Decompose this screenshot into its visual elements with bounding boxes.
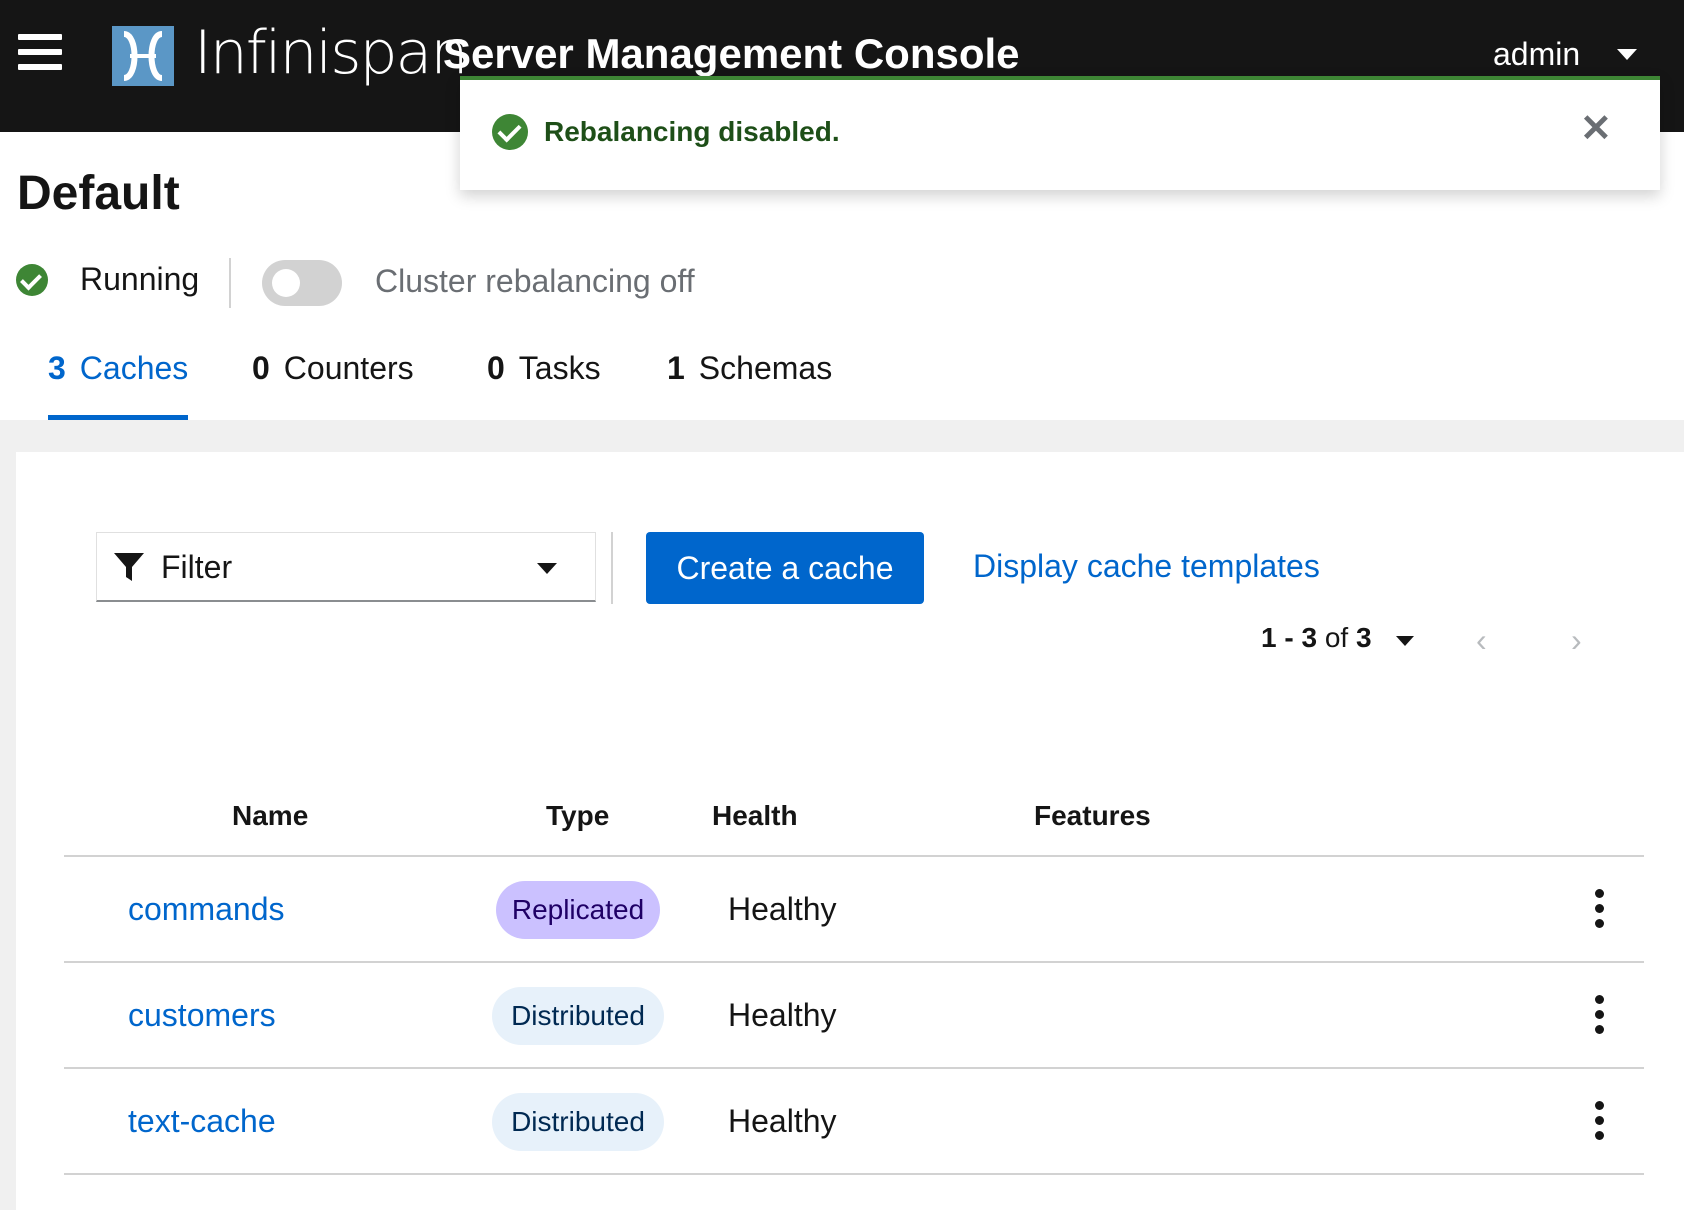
tab-schemas[interactable]: 1 Schemas	[667, 350, 832, 420]
tab-caches[interactable]: 3 Caches	[48, 350, 189, 420]
check-circle-icon	[16, 264, 48, 296]
table-row: commands Replicated Healthy	[64, 857, 1644, 961]
tab-label: Caches	[79, 350, 189, 386]
column-header-name[interactable]: Name	[232, 800, 308, 832]
column-header-health[interactable]: Health	[712, 800, 798, 832]
toolbar-divider	[611, 532, 613, 604]
app-title: Server Management Console	[443, 30, 1020, 77]
display-templates-link[interactable]: Display cache templates	[973, 548, 1320, 585]
chevron-down-icon[interactable]	[1617, 49, 1637, 60]
column-header-type[interactable]: Type	[546, 800, 609, 832]
tab-tasks[interactable]: 0 Tasks	[487, 350, 601, 420]
table-row: customers Distributed Healthy	[64, 963, 1644, 1067]
table-divider	[64, 1173, 1644, 1175]
kebab-menu-icon[interactable]	[1594, 889, 1606, 929]
check-circle-icon	[492, 114, 528, 150]
chevron-down-icon[interactable]	[1396, 636, 1414, 646]
cluster-status: Running	[80, 261, 200, 297]
pagination-total: 3	[1355, 622, 1372, 653]
user-menu[interactable]: admin	[1493, 36, 1580, 73]
kebab-menu-icon[interactable]	[1594, 1101, 1606, 1141]
page-title: Default	[17, 167, 180, 220]
pagination-range: 1 - 3	[1261, 622, 1318, 653]
pagination-summary[interactable]: 1 - 3 of 3	[1261, 622, 1372, 654]
rebalancing-toggle[interactable]	[262, 260, 342, 306]
divider	[229, 258, 231, 308]
filter-dropdown[interactable]: Filter	[96, 532, 596, 602]
tab-label: Schemas	[698, 350, 833, 386]
alert-title: Rebalancing disabled.	[544, 116, 840, 147]
brand-name: Infinispan	[194, 18, 468, 88]
column-header-features[interactable]: Features	[1034, 800, 1151, 832]
cache-type-badge: Distributed	[492, 987, 664, 1045]
next-page-icon[interactable]: ›	[1571, 622, 1582, 659]
infinispan-logo-icon	[112, 26, 174, 86]
chevron-down-icon	[537, 563, 557, 574]
tab-count: 1	[667, 350, 685, 386]
cache-name-link[interactable]: text-cache	[128, 1103, 276, 1140]
close-icon[interactable]: ✕	[1580, 106, 1612, 151]
tab-counters[interactable]: 0 Counters	[252, 350, 414, 420]
create-cache-button[interactable]: Create a cache	[646, 532, 924, 604]
filter-label: Filter	[161, 549, 233, 585]
cache-type-badge: Replicated	[496, 881, 660, 939]
cache-health: Healthy	[728, 1103, 837, 1139]
table-row: text-cache Distributed Healthy	[64, 1069, 1644, 1173]
tab-label: Tasks	[518, 350, 601, 386]
filter-icon	[114, 553, 144, 581]
pagination-of: of	[1324, 622, 1349, 653]
rebalancing-label: Cluster rebalancing off	[375, 263, 695, 299]
cache-health: Healthy	[728, 891, 837, 927]
hamburger-icon[interactable]	[18, 34, 62, 74]
kebab-menu-icon[interactable]	[1594, 995, 1606, 1035]
cache-health: Healthy	[728, 997, 837, 1033]
cache-name-link[interactable]: commands	[128, 891, 285, 928]
toggle-knob	[272, 269, 300, 297]
cache-type-badge: Distributed	[492, 1093, 664, 1151]
previous-page-icon[interactable]: ‹	[1476, 622, 1487, 659]
tab-count: 0	[252, 350, 270, 386]
tab-count: 0	[487, 350, 505, 386]
tab-count: 3	[48, 350, 66, 386]
cache-name-link[interactable]: customers	[128, 997, 276, 1034]
tab-label: Counters	[283, 350, 414, 386]
success-alert: Rebalancing disabled. ✕	[460, 76, 1660, 190]
caches-card: Filter Create a cache Display cache temp…	[16, 452, 1684, 1210]
